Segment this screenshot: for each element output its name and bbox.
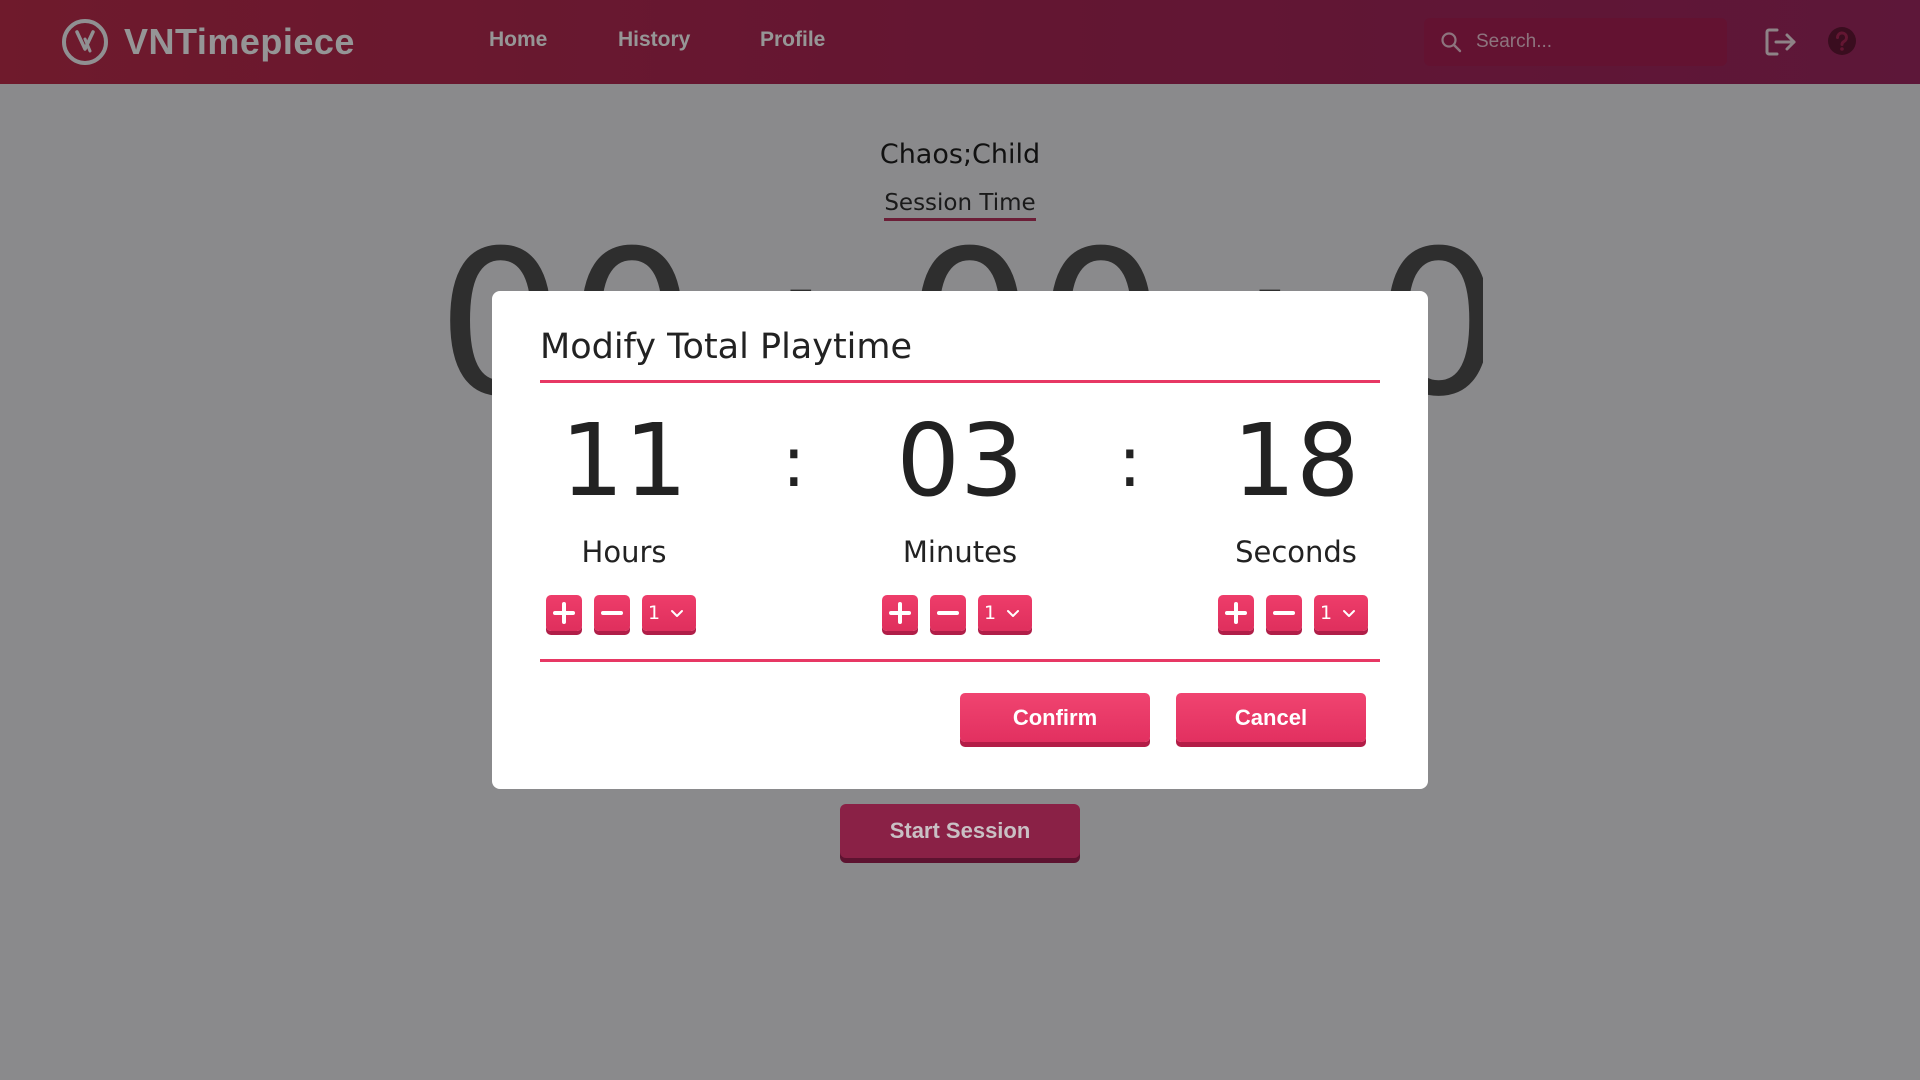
hours-step-select[interactable]: 1 xyxy=(642,595,696,631)
seconds-decrement-button[interactable] xyxy=(1266,595,1302,631)
nav-profile-link[interactable]: Profile xyxy=(760,28,825,52)
minutes-decrement-button[interactable] xyxy=(930,595,966,631)
search-icon xyxy=(1441,32,1462,53)
seconds-value: 18 xyxy=(1232,402,1360,519)
modal-divider-top xyxy=(540,380,1380,383)
hours-label: Hours xyxy=(581,535,667,569)
seconds-step-value: 1 xyxy=(1320,602,1333,624)
hours-unit: 11 Hours xyxy=(524,402,724,570)
nav-home-link[interactable]: Home xyxy=(489,28,547,52)
plus-icon xyxy=(553,602,575,624)
chevron-down-icon xyxy=(1007,610,1020,617)
plus-icon xyxy=(1225,602,1247,624)
hours-controls: 1 xyxy=(546,595,696,631)
minutes-controls: 1 xyxy=(882,595,1032,631)
game-title: Chaos;Child xyxy=(879,139,1041,170)
help-icon[interactable] xyxy=(1827,26,1857,56)
chevron-down-icon xyxy=(1343,610,1356,617)
session-time-tab[interactable]: Session Time xyxy=(0,190,1920,221)
seconds-controls: 1 xyxy=(1218,595,1368,631)
start-session-button[interactable]: Start Session xyxy=(840,804,1080,858)
nav-history-link[interactable]: History xyxy=(618,28,690,52)
seconds-step-select[interactable]: 1 xyxy=(1314,595,1368,631)
time-separator: : xyxy=(782,421,806,503)
modify-playtime-modal: Modify Total Playtime 11 Hours : 03 Minu… xyxy=(492,291,1428,789)
app-name: VNTimepiece xyxy=(124,21,355,62)
seconds-increment-button[interactable] xyxy=(1218,595,1254,631)
minutes-unit: 03 Minutes xyxy=(860,402,1060,570)
plus-icon xyxy=(889,602,911,624)
minutes-step-select[interactable]: 1 xyxy=(978,595,1032,631)
hours-increment-button[interactable] xyxy=(546,595,582,631)
modal-divider-bottom xyxy=(540,659,1380,662)
minutes-label: Minutes xyxy=(902,535,1018,569)
logout-icon[interactable] xyxy=(1764,26,1798,58)
minus-icon xyxy=(1273,611,1295,615)
hours-value: 11 xyxy=(560,402,688,519)
modal-title: Modify Total Playtime xyxy=(540,327,913,367)
minus-icon xyxy=(601,611,623,615)
hours-step-value: 1 xyxy=(648,602,661,624)
minus-icon xyxy=(937,611,959,615)
navbar: VNTimepiece Home History Profile xyxy=(0,0,1920,84)
seconds-unit: 18 Seconds xyxy=(1196,402,1396,570)
session-time-label: Session Time xyxy=(884,190,1036,221)
confirm-button[interactable]: Confirm xyxy=(960,693,1150,742)
logo[interactable]: VNTimepiece xyxy=(60,17,355,67)
minutes-increment-button[interactable] xyxy=(882,595,918,631)
search-input[interactable] xyxy=(1474,30,1718,54)
cancel-button[interactable]: Cancel xyxy=(1176,693,1366,742)
chevron-down-icon xyxy=(671,610,684,617)
hours-decrement-button[interactable] xyxy=(594,595,630,631)
search-box[interactable] xyxy=(1424,18,1727,66)
time-separator: : xyxy=(1118,421,1142,503)
minutes-step-value: 1 xyxy=(984,602,997,624)
minutes-value: 03 xyxy=(896,402,1024,519)
logo-icon xyxy=(62,19,108,65)
seconds-label: Seconds xyxy=(1235,535,1357,569)
